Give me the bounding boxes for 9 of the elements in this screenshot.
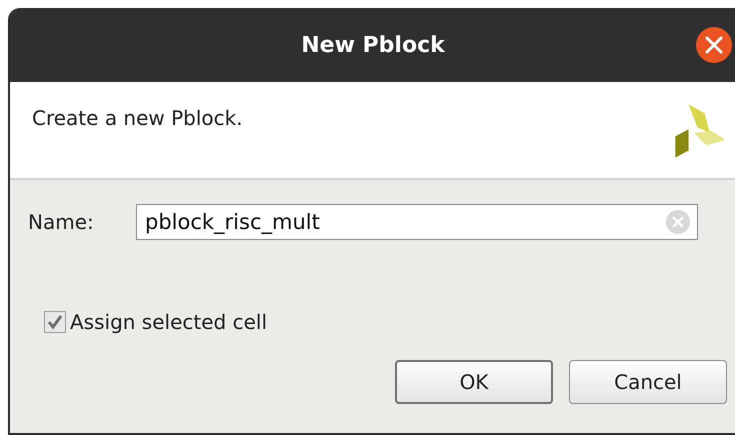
ok-button[interactable]: OK bbox=[395, 360, 553, 404]
checkbox-label[interactable]: Assign selected cell bbox=[70, 310, 268, 334]
window-title: New Pblock bbox=[301, 32, 445, 58]
cancel-button[interactable]: Cancel bbox=[569, 360, 727, 404]
header-text: Create a new Pblock. bbox=[32, 106, 243, 130]
checkbox[interactable] bbox=[44, 311, 66, 333]
name-label: Name: bbox=[28, 210, 95, 234]
name-field[interactable]: pblock_risc_mult bbox=[136, 204, 698, 240]
close-icon[interactable] bbox=[696, 27, 732, 63]
